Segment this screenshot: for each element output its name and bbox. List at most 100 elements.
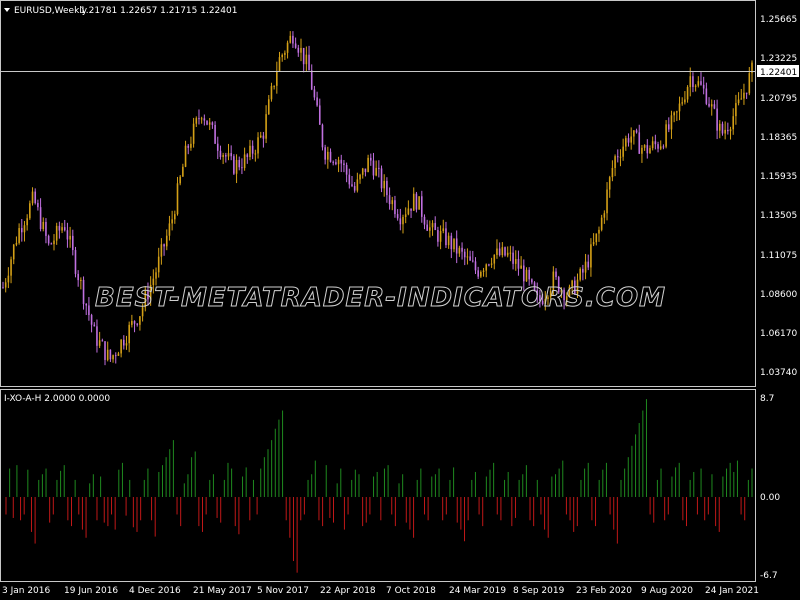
candle-body: [2, 287, 4, 289]
candle-body: [684, 99, 686, 103]
candle-body: [297, 47, 300, 53]
candle-body: [219, 150, 222, 157]
candle-body: [7, 275, 10, 283]
candle-body: [316, 97, 318, 106]
candle-body: [584, 261, 587, 273]
candle-body: [216, 143, 219, 151]
candle-body: [50, 243, 53, 245]
price-tick-label: 1.25665: [760, 15, 797, 25]
candle-body: [447, 235, 450, 246]
candle-body: [20, 228, 23, 233]
time-tick-label: 22 Apr 2018: [320, 586, 376, 596]
candle-body: [329, 151, 332, 162]
candle-body: [635, 130, 638, 133]
candle-body: [651, 141, 654, 149]
candle-body: [595, 233, 598, 243]
time-tick-label: 9 Aug 2020: [641, 586, 693, 596]
candle-body: [455, 238, 458, 254]
candle-body: [53, 240, 55, 245]
candle-body: [641, 147, 643, 154]
candle-body: [176, 183, 179, 215]
candle-body: [603, 213, 606, 218]
candle-body: [412, 193, 415, 211]
candle-body: [85, 303, 88, 306]
candle-body: [246, 154, 249, 158]
candle-body: [281, 54, 283, 58]
candle-body: [716, 108, 718, 131]
candle-body: [745, 92, 748, 94]
candle-body: [582, 268, 584, 273]
candle-body: [697, 81, 700, 86]
candle-body: [402, 217, 404, 225]
candle-body: [598, 229, 600, 234]
candle-body: [614, 156, 616, 169]
candle-body: [579, 268, 581, 280]
candle-body: [93, 324, 96, 327]
candle-body: [182, 166, 184, 177]
candle-body: [112, 355, 114, 360]
candle-body: [673, 112, 675, 116]
candle-body: [133, 321, 136, 324]
candle-body: [88, 305, 90, 316]
price-tick-label: 1.20795: [760, 94, 797, 104]
candle-body: [157, 256, 160, 273]
candle-body: [174, 214, 176, 220]
candle-body: [356, 179, 359, 191]
candle-body: [69, 235, 71, 240]
candle-body: [442, 228, 445, 232]
candle-body: [399, 218, 402, 225]
candle-body: [396, 214, 399, 219]
candle-body: [520, 265, 522, 269]
candle-body: [96, 326, 98, 346]
candle-body: [302, 47, 305, 65]
candle-body: [528, 269, 530, 280]
candle-body: [463, 251, 466, 258]
candle-body: [321, 124, 324, 148]
candle-body: [670, 115, 673, 130]
candle-body: [748, 73, 751, 94]
candle-body: [34, 191, 37, 204]
candle-body: [611, 168, 614, 178]
candle-body: [230, 153, 232, 157]
candle-body: [155, 272, 157, 279]
candle-body: [434, 223, 437, 230]
candle-body: [284, 52, 286, 55]
candle-body: [289, 35, 292, 43]
candle-body: [208, 122, 211, 125]
candle-body: [608, 177, 611, 190]
candle-body: [380, 168, 383, 189]
candle-body: [101, 340, 104, 342]
candle-body: [453, 238, 455, 250]
candle-body: [259, 135, 262, 138]
candle-body: [163, 244, 165, 247]
time-tick-label: 5 Nov 2017: [257, 586, 309, 596]
candle-body: [238, 159, 241, 168]
candle-body: [63, 227, 66, 231]
candle-body: [184, 145, 187, 167]
candle-body: [332, 161, 335, 163]
indicator-scale-zero: 0.00: [760, 493, 780, 503]
candle-body: [310, 70, 313, 90]
candle-body: [718, 123, 721, 131]
candle-body: [249, 145, 251, 158]
candle-body: [31, 191, 34, 204]
candle-body: [517, 259, 520, 269]
candle-body: [286, 42, 289, 53]
candle-body: [300, 47, 302, 53]
candle-body: [480, 271, 482, 277]
candle-body: [351, 184, 353, 187]
candle-body: [241, 167, 243, 169]
candle-body: [372, 160, 375, 176]
candle-body: [318, 105, 321, 125]
candle-body: [710, 104, 713, 107]
candle-body: [23, 225, 26, 233]
candle-body: [114, 355, 117, 357]
candle-body: [98, 340, 101, 346]
chart-canvas[interactable]: EURUSD,Weekly 1.21781 1.22657 1.21715 1.…: [0, 0, 800, 600]
candle-body: [106, 349, 109, 360]
candle-body: [659, 146, 662, 149]
candle-body: [426, 224, 428, 231]
candle-body: [439, 231, 442, 242]
candle-body: [198, 118, 200, 120]
candle-body: [270, 86, 273, 100]
